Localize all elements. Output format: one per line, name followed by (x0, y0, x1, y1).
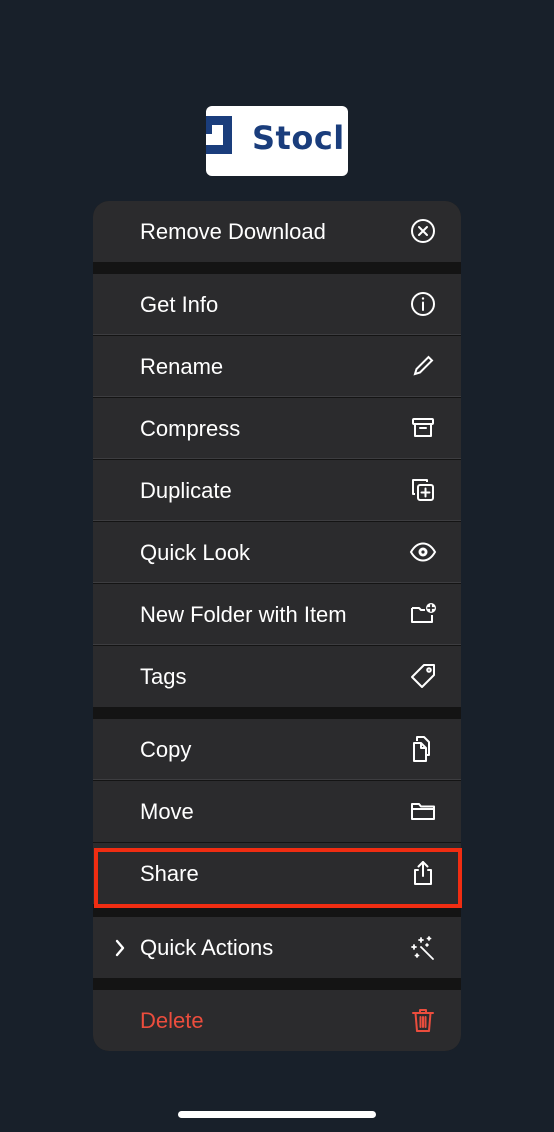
share-highlight-box (94, 848, 462, 908)
home-indicator[interactable] (178, 1111, 376, 1118)
quick-actions-item[interactable]: Quick Actions (93, 917, 461, 978)
delete-item[interactable]: Delete (93, 990, 461, 1051)
tags-label: Tags (140, 664, 187, 689)
copy-label: Copy (140, 737, 192, 762)
copy-docs-icon (409, 735, 437, 763)
get-info-item[interactable]: Get Info (93, 274, 461, 335)
compress-label: Compress (140, 416, 241, 441)
get-info-label: Get Info (140, 292, 219, 317)
copy-item[interactable]: Copy (93, 719, 461, 780)
new-folder-with-item[interactable]: New Folder with Item (93, 584, 461, 645)
remove-download-item[interactable]: Remove Download (93, 201, 461, 262)
folder-plus-icon (409, 600, 437, 628)
quick-actions-label: Quick Actions (140, 935, 274, 960)
quick-look-item[interactable]: Quick Look (93, 522, 461, 583)
info-circle-icon (409, 290, 437, 318)
compress-item[interactable]: Compress (93, 398, 461, 459)
rename-item[interactable]: Rename (93, 336, 461, 397)
trash-icon (409, 1006, 437, 1034)
archive-box-icon (409, 414, 437, 442)
remove-download-label: Remove Download (140, 219, 326, 244)
move-label: Move (140, 799, 194, 824)
duplicate-item[interactable]: Duplicate (93, 460, 461, 521)
tags-item[interactable]: Tags (93, 646, 461, 707)
quick-look-label: Quick Look (140, 540, 251, 565)
rename-label: Rename (140, 354, 224, 379)
new-folder-label: New Folder with Item (140, 602, 347, 627)
duplicate-label: Duplicate (140, 478, 232, 503)
move-item[interactable]: Move (93, 781, 461, 842)
sparkles-icon (409, 933, 437, 961)
tag-icon (409, 662, 437, 690)
chevron-right-icon (113, 937, 127, 959)
logo-mark (206, 116, 232, 154)
eye-icon (409, 538, 437, 566)
file-thumbnail: Stocl (206, 106, 348, 176)
x-circle-icon (409, 217, 437, 245)
thumbnail-text: Stocl (252, 119, 345, 157)
delete-label: Delete (140, 1008, 204, 1033)
pencil-icon (409, 352, 437, 380)
folder-icon (409, 797, 437, 825)
duplicate-plus-icon (409, 476, 437, 504)
context-menu: Remove Download Get Info Rename Compress (93, 201, 461, 1051)
